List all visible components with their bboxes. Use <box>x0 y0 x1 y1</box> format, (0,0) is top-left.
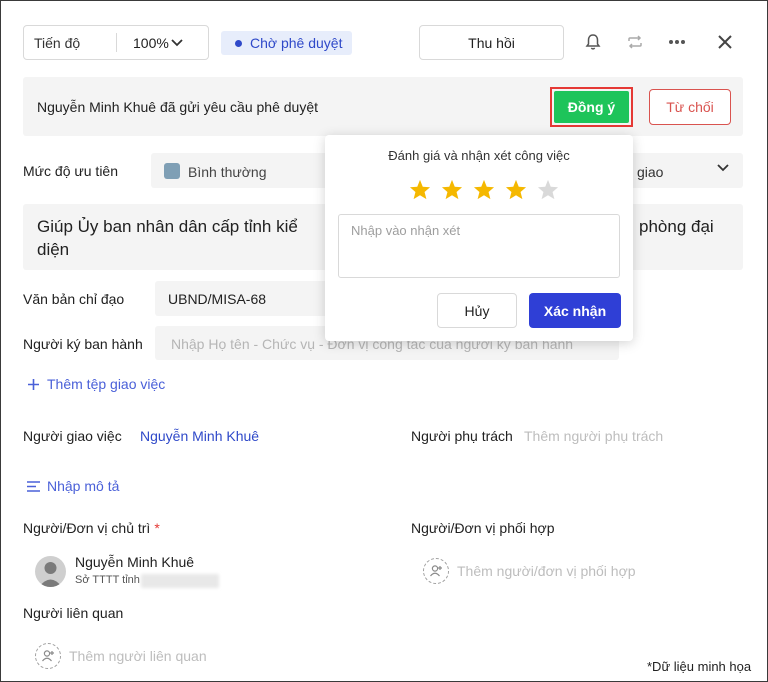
cancel-button[interactable]: Hủy <box>437 293 517 328</box>
more-icon[interactable] <box>666 31 688 53</box>
avatar <box>35 556 66 587</box>
document-label: Văn bản chỉ đạo <box>23 291 125 307</box>
add-coordinating-unit[interactable]: Thêm người/đơn vị phối hợp <box>423 558 636 584</box>
priority-label: Mức độ ưu tiên <box>23 163 119 179</box>
approval-message: Nguyễn Minh Khuê đã gửi yêu cầu phê duyệ… <box>37 99 319 115</box>
status-text: Chờ phê duyệt <box>250 35 343 51</box>
add-person-icon <box>35 643 61 669</box>
add-related-person[interactable]: Thêm người liên quan <box>35 643 207 669</box>
reject-button[interactable]: Từ chối <box>649 89 731 125</box>
lead-unit-heading: Người/Đơn vị chủ trì * <box>23 520 160 536</box>
lead-person-unit: Sở TTTT tỉnh <box>75 574 140 586</box>
recall-button[interactable]: Thu hồi <box>419 25 564 60</box>
coordinating-label: Người/Đơn vị phối hợp <box>411 520 555 536</box>
comment-input[interactable]: Nhập vào nhận xét <box>338 214 620 278</box>
chevron-down-icon <box>171 36 183 50</box>
owner-label: Người phụ trách <box>411 428 513 444</box>
plus-icon <box>27 378 40 391</box>
owner-placeholder[interactable]: Thêm người phụ trách <box>524 428 663 444</box>
star-filled-icon[interactable] <box>404 177 436 201</box>
add-attachment-link[interactable]: Thêm tệp giao việc <box>27 376 165 392</box>
priority-value: Bình thường <box>188 164 267 180</box>
document-value: UBND/MISA-68 <box>168 291 267 307</box>
confirm-button[interactable]: Xác nhận <box>529 293 621 328</box>
status-badge: Chờ phê duyệt <box>221 31 353 55</box>
task-title-line2: diện <box>37 240 70 259</box>
priority-color-swatch <box>164 163 180 179</box>
priority-select-fragment: giao <box>637 164 664 180</box>
assigner-label: Người giao việc <box>23 428 122 444</box>
redacted-text <box>141 574 219 588</box>
add-description-link[interactable]: Nhập mô tả <box>27 478 119 494</box>
popup-title: Đánh giá và nhận xét công việc <box>388 148 570 163</box>
coordinating-placeholder: Thêm người/đơn vị phối hợp <box>457 563 636 579</box>
approve-highlight: Đồng ý <box>550 87 633 127</box>
add-person-icon <box>423 558 449 584</box>
star-filled-icon[interactable] <box>436 177 468 201</box>
required-mark: * <box>154 520 160 536</box>
close-icon[interactable] <box>714 31 736 53</box>
footnote: *Dữ liệu minh họa <box>647 659 752 674</box>
star-filled-icon[interactable] <box>468 177 500 201</box>
comment-placeholder: Nhập vào nhận xét <box>351 223 461 238</box>
progress-label: Tiến độ <box>34 34 81 51</box>
approve-button[interactable]: Đồng ý <box>554 91 629 123</box>
status-dot <box>235 39 242 47</box>
assigner-value[interactable]: Nguyễn Minh Khuê <box>140 428 259 444</box>
progress-value: 100% <box>133 34 169 51</box>
task-title-right: phòng đại <box>639 217 714 236</box>
bell-icon[interactable] <box>582 31 604 53</box>
rating-popup: Đánh giá và nhận xét công việc Nhập vào … <box>325 135 633 341</box>
task-detail-panel: Tiến độ 100% Chờ phê duyệt Thu hồi Nguyễ… <box>0 0 768 682</box>
lead-person-name: Nguyễn Minh Khuê <box>75 554 195 570</box>
related-label: Người liên quan <box>23 605 124 621</box>
related-placeholder: Thêm người liên quan <box>69 648 207 664</box>
add-attachment-label: Thêm tệp giao việc <box>47 376 166 392</box>
task-title-left: Giúp Ủy ban nhân dân cấp tỉnh kiể <box>37 217 298 236</box>
description-icon <box>27 480 40 492</box>
chevron-down-icon <box>717 161 729 175</box>
add-description-label: Nhập mô tả <box>47 478 120 494</box>
repeat-icon[interactable] <box>624 31 646 53</box>
progress-dropdown[interactable]: Tiến độ 100% <box>23 25 209 60</box>
lead-unit-label: Người/Đơn vị chủ trì <box>23 520 151 536</box>
star-filled-icon[interactable] <box>500 177 532 201</box>
signer-label: Người ký ban hành <box>23 336 143 352</box>
star-rating[interactable] <box>404 177 564 201</box>
star-empty-icon[interactable] <box>532 177 564 201</box>
